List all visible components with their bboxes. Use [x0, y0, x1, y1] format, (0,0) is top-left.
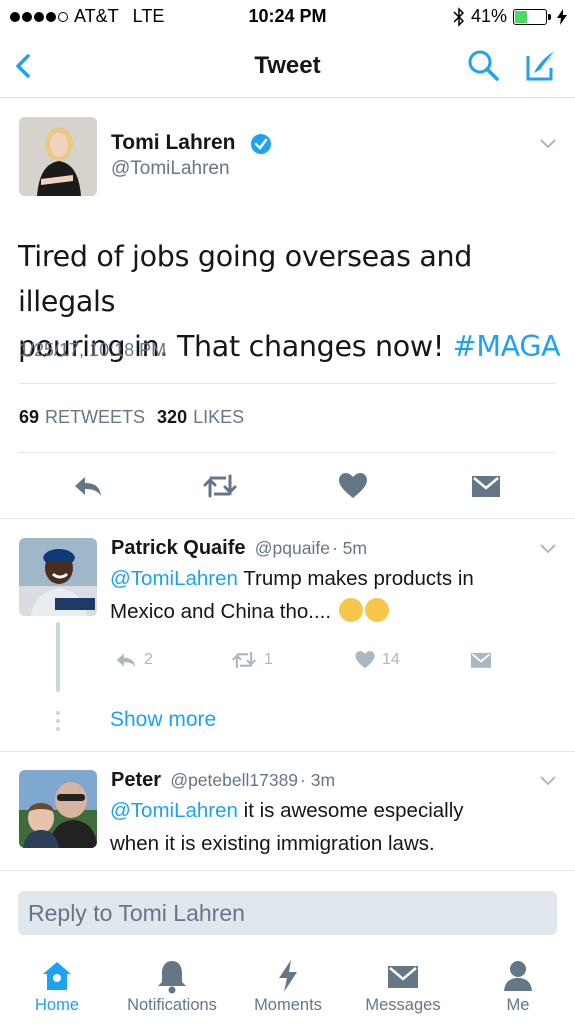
direct-message-icon[interactable]: [469, 650, 493, 670]
mention-link[interactable]: @TomiLahren: [110, 799, 238, 822]
status-right: 41%: [453, 6, 567, 27]
reply-time: · 3m: [300, 770, 336, 790]
tweet-options-chevron-icon[interactable]: [539, 138, 557, 150]
hashtag-link[interactable]: #MAGA: [453, 330, 561, 363]
retweet-count: 1: [264, 651, 273, 668]
tweet-text-line1: Tired of jobs going overseas and illegal…: [18, 240, 473, 318]
show-more-link[interactable]: Show more: [110, 708, 216, 732]
tab-home[interactable]: Home: [24, 958, 90, 1015]
reply-time: · 5m: [331, 538, 367, 558]
divider: [0, 518, 575, 519]
home-icon: [43, 962, 71, 990]
reply-avatar[interactable]: [19, 538, 97, 616]
reply-options-chevron-icon[interactable]: [539, 775, 557, 787]
battery-percent: 41%: [470, 6, 507, 26]
bluetooth-icon: [453, 6, 465, 27]
status-bar: AT&T LTE 10:24 PM 41%: [0, 0, 575, 34]
tab-notifications[interactable]: Notifications: [114, 958, 230, 1015]
reply-input[interactable]: Reply to Tomi Lahren: [18, 891, 557, 935]
reply-icon: [116, 653, 136, 668]
bell-icon: [158, 961, 186, 994]
reply-composer: Reply to Tomi Lahren: [0, 870, 575, 950]
likes-count[interactable]: 320 LIKES: [157, 407, 244, 428]
thread-line: [56, 622, 60, 692]
charging-icon: [557, 8, 567, 25]
reply-author-handle[interactable]: @pquaife: [255, 538, 330, 558]
engagement-counts: 69 RETWEETS 320 LIKES: [19, 407, 244, 428]
person-icon: [504, 961, 532, 991]
reply-text: @TomiLahren Trump makes products in Mexi…: [110, 567, 474, 623]
reply-avatar[interactable]: [19, 770, 97, 848]
divider: [19, 383, 556, 384]
thinking-face-emoji-icon: [364, 598, 389, 622]
retweet-icon[interactable]: [202, 472, 238, 500]
search-icon[interactable]: [466, 48, 500, 82]
reply-author-handle[interactable]: @petebell17389: [170, 770, 298, 790]
tab-bar: Home Notifications Moments Messages Me: [0, 950, 575, 1024]
tweet-date: 1/25/17, 10:18 PM: [19, 340, 167, 360]
like-action[interactable]: 14: [354, 650, 400, 670]
envelope-icon: [388, 966, 418, 988]
divider: [0, 751, 575, 752]
reply-header: Peter @petebell17389 · 3m: [111, 769, 335, 792]
retweets-count[interactable]: 69 RETWEETS: [19, 407, 145, 428]
compose-icon[interactable]: [522, 46, 560, 84]
tab-moments[interactable]: Moments: [247, 958, 329, 1015]
lightning-icon: [279, 960, 297, 992]
reply-header: Patrick Quaife @pquaife · 5m: [111, 537, 367, 560]
retweet-action[interactable]: 1: [230, 650, 273, 670]
author-avatar[interactable]: [19, 117, 97, 196]
thread-dots-icon: [56, 711, 60, 731]
reply-text: @TomiLahren it is awesome especially whe…: [110, 799, 464, 855]
author-handle[interactable]: @TomiLahren: [111, 158, 230, 180]
reply-author-name[interactable]: Peter: [111, 769, 161, 791]
mention-link[interactable]: @TomiLahren: [110, 567, 238, 590]
verified-badge-icon: [251, 134, 271, 154]
battery-icon: [513, 8, 551, 25]
nav-bar: Tweet: [0, 34, 575, 98]
thinking-face-emoji-icon: [338, 598, 363, 622]
like-heart-icon[interactable]: [337, 472, 369, 500]
retweet-icon: [232, 651, 256, 669]
divider: [19, 452, 556, 453]
reply-icon[interactable]: [72, 472, 104, 500]
author-name[interactable]: Tomi Lahren: [111, 131, 235, 155]
reply-action[interactable]: 2: [114, 650, 153, 670]
reply-options-chevron-icon[interactable]: [539, 543, 557, 555]
reply-author-name[interactable]: Patrick Quaife: [111, 537, 246, 559]
reply-count: 2: [144, 651, 153, 668]
direct-message-icon[interactable]: [470, 472, 502, 500]
tab-messages[interactable]: Messages: [358, 958, 448, 1015]
tab-me[interactable]: Me: [496, 958, 540, 1015]
like-heart-icon: [355, 651, 375, 669]
like-count: 14: [382, 651, 400, 668]
